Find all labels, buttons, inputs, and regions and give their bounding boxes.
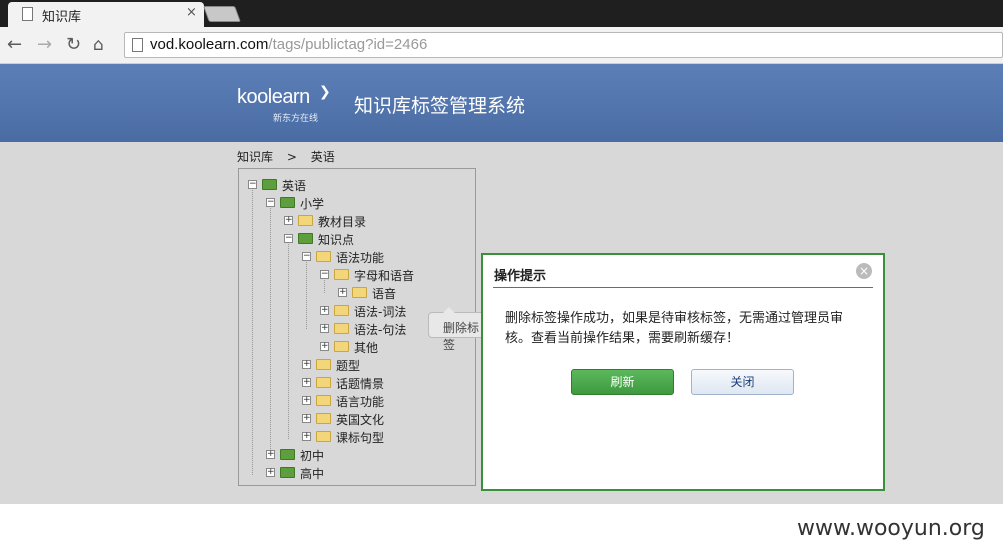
url-path: /tags/publictag?id=2466 [268,36,428,53]
logo-subtitle: 新东方在线 [273,114,319,124]
home-icon[interactable]: ⌂ [93,34,104,56]
dialog-title: 操作提示 [494,269,547,284]
dialog-message: 删除标签操作成功，如果是待审核标签，无需通过管理员审核。查看当前操作结果，需要刷… [505,311,844,346]
watermark: www.wooyun.org [797,516,985,541]
expand-toggle-icon[interactable]: + [320,306,329,315]
expand-toggle-icon[interactable]: + [302,396,311,405]
tree-node-label[interactable]: 语法功能 [336,249,384,266]
tab-title: 知识库 [42,10,82,25]
folder-icon [334,323,349,334]
folder-icon [316,377,331,388]
collapse-toggle-icon[interactable]: − [320,270,329,279]
new-tab-button[interactable] [203,6,241,22]
tree-node-label[interactable]: 小学 [300,195,324,212]
browser-toolbar: ← → ↻ ⌂ vod.koolearn.com/tags/publictag?… [0,27,1003,64]
tree-node-label[interactable]: 语言功能 [336,393,384,410]
system-title: 知识库标签管理系统 [354,95,526,117]
tree-node-label[interactable]: 英语 [282,177,306,194]
folder-icon [352,287,367,298]
forward-arrow-icon[interactable]: → [37,34,52,56]
delete-tag-tooltip[interactable]: 删除标签 [428,307,488,352]
koolearn-logo[interactable]: koolearn ❯ 新东方在线 [237,84,331,124]
folder-icon [298,233,313,244]
collapse-toggle-icon[interactable]: − [248,180,257,189]
collapse-toggle-icon[interactable]: − [302,252,311,261]
close-button[interactable]: 关闭 [691,369,794,395]
expand-toggle-icon[interactable]: + [302,414,311,423]
expand-toggle-icon[interactable]: + [284,216,293,225]
expand-toggle-icon[interactable]: + [266,450,275,459]
folder-icon [334,269,349,280]
tree-node-label[interactable]: 话题情景 [336,375,384,392]
folder-icon [316,413,331,424]
folder-icon [280,449,295,460]
expand-toggle-icon[interactable]: + [338,288,347,297]
tree-node-label[interactable]: 知识点 [318,231,354,248]
close-icon[interactable]: × [856,263,872,279]
expand-toggle-icon[interactable]: + [266,468,275,477]
folder-icon [280,197,295,208]
reload-icon[interactable]: ↻ [66,34,81,56]
tree-node-label[interactable]: 语法-词法 [354,303,406,320]
breadcrumb-separator: > [286,150,297,164]
operation-tip-dialog: 操作提示 × 删除标签操作成功，如果是待审核标签，无需通过管理员审核。查看当前操… [481,253,885,491]
folder-icon [334,341,349,352]
logo-text: koolearn [237,86,310,108]
collapse-toggle-icon[interactable]: − [284,234,293,243]
folder-icon [316,359,331,370]
tree-node-label[interactable]: 高中 [300,465,324,482]
page-icon [22,7,33,21]
tree-node-label[interactable]: 字母和语音 [354,267,414,284]
back-arrow-icon[interactable]: ← [7,34,22,56]
breadcrumb-current[interactable]: 英语 [311,150,335,164]
tree-guide-line [306,257,307,329]
page-icon [132,38,143,52]
site-header: koolearn ❯ 新东方在线 知识库标签管理系统 [0,64,1003,142]
browser-tab-bar: 知识库 × [0,0,1003,27]
tree-node-label[interactable]: 其他 [354,339,378,356]
dialog-divider [493,287,873,288]
breadcrumb: 知识库 > 英语 [237,148,345,165]
tree-node-label[interactable]: 语音 [372,285,396,302]
url-host: vod.koolearn.com [150,36,269,53]
chevron-logo-icon: ❯ [319,84,331,100]
tree-node-label[interactable]: 教材目录 [318,213,366,230]
expand-toggle-icon[interactable]: + [320,342,329,351]
collapse-toggle-icon[interactable]: − [266,198,275,207]
breadcrumb-root[interactable]: 知识库 [237,150,273,164]
tree-node-label[interactable]: 英国文化 [336,411,384,428]
tree-node-label[interactable]: 课标句型 [336,429,384,446]
folder-icon [262,179,277,190]
url-text[interactable]: vod.koolearn.com/tags/publictag?id=2466 [150,36,427,53]
tree-guide-line [270,203,271,457]
tree-node-label[interactable]: 语法-句法 [354,321,406,338]
tree-node-label[interactable]: 题型 [336,357,360,374]
folder-icon [334,305,349,316]
tree-node-label[interactable]: 初中 [300,447,324,464]
expand-toggle-icon[interactable]: + [302,360,311,369]
folder-icon [316,395,331,406]
folder-icon [298,215,313,226]
tree-guide-line [252,185,253,475]
browser-tab[interactable]: 知识库 × [8,2,204,27]
tab-close-icon[interactable]: × [186,5,197,20]
refresh-button[interactable]: 刷新 [571,369,674,395]
tree-guide-line [288,239,289,439]
expand-toggle-icon[interactable]: + [302,378,311,387]
folder-icon [316,431,331,442]
expand-toggle-icon[interactable]: + [302,432,311,441]
expand-toggle-icon[interactable]: + [320,324,329,333]
address-bar[interactable]: vod.koolearn.com/tags/publictag?id=2466 [124,32,1003,58]
folder-icon [280,467,295,478]
folder-icon [316,251,331,262]
